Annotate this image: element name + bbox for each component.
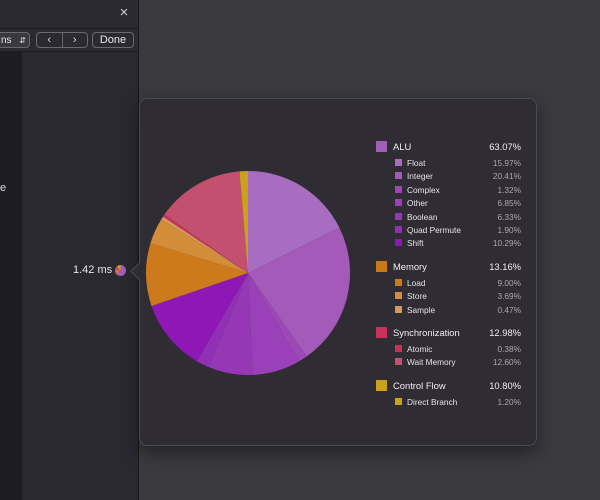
legend-group-name: Control Flow: [393, 379, 446, 391]
legend-swatch: [395, 305, 402, 313]
truncated-text: e: [0, 182, 7, 194]
legend-swatch: [395, 397, 402, 405]
legend-group-name: Memory: [393, 260, 427, 272]
legend-item-percent: 10.29%: [492, 238, 521, 249]
legend-item-percent: 6.85%: [497, 198, 521, 209]
legend-item: Complex 1.32%: [376, 184, 521, 197]
legend-swatch: [395, 159, 402, 166]
inspector-panel: × ns ⇵ ‹ › Done e: [0, 0, 139, 500]
legend-item-name: Other: [407, 198, 428, 209]
legend-swatch: [376, 326, 387, 338]
panel-content: e: [0, 52, 22, 500]
legend-item-name: Shift: [407, 238, 424, 249]
unit-select[interactable]: ns ⇵: [0, 32, 30, 48]
legend-item: Integer 20.41%: [376, 170, 521, 183]
legend-group: Control Flow 10.80%: [376, 378, 521, 396]
legend-item-name: Store: [407, 291, 427, 302]
legend-item-percent: 1.90%: [497, 224, 521, 235]
legend-item-percent: 15.97%: [492, 158, 521, 168]
legend-swatch: [376, 141, 387, 152]
unit-select-value: ns: [1, 35, 12, 46]
legend-item: Float 15.97%: [376, 157, 521, 170]
duration-label: 1.42 ms: [73, 264, 113, 276]
legend-group: ALU 63.07%: [376, 139, 521, 157]
legend-swatch: [376, 379, 387, 391]
legend-item-percent: 0.38%: [497, 343, 521, 354]
legend-swatch: [395, 212, 402, 220]
mini-pie-icon[interactable]: [115, 265, 126, 276]
legend-item-percent: 20.41%: [492, 171, 521, 182]
legend-group-percent: 12.98%: [489, 326, 521, 338]
legend-swatch: [395, 344, 402, 352]
legend-group-name: Synchronization: [393, 326, 460, 338]
legend-group-percent: 13.16%: [489, 260, 521, 272]
legend-item-name: Boolean: [407, 211, 438, 222]
legend-swatch: [395, 292, 402, 300]
legend-item: Atomic 0.38%: [376, 343, 521, 356]
legend-group: Synchronization 12.98%: [376, 325, 521, 343]
legend-item: Shift 10.29%: [376, 237, 521, 250]
legend-swatch: [395, 185, 402, 193]
legend-swatch: [376, 260, 387, 272]
legend-swatch: [395, 225, 402, 233]
legend-item: Load 9.00%: [376, 277, 521, 290]
legend-item-name: Complex: [407, 184, 440, 195]
legend-item: Wait Memory 12.60%: [376, 356, 521, 369]
legend-item-name: Integer: [407, 171, 433, 182]
legend-swatch: [395, 239, 402, 247]
legend-item-percent: 1.20%: [497, 396, 521, 407]
legend-swatch: [395, 278, 402, 286]
legend-item-percent: 9.00%: [497, 277, 521, 288]
legend-swatch: [395, 199, 402, 207]
legend-item-name: Wait Memory: [407, 357, 456, 368]
chevron-up-down-icon: ⇵: [19, 36, 26, 45]
legend-item: Other 6.85%: [376, 197, 521, 210]
legend-group-name: ALU: [393, 141, 412, 152]
navigation-buttons: ‹ ›: [36, 32, 88, 48]
legend-item-percent: 3.69%: [497, 291, 521, 302]
panel-title-bar: ×: [0, 0, 138, 29]
pie-chart: [146, 171, 350, 375]
legend-item-percent: 0.47%: [497, 304, 521, 315]
legend-item-percent: 12.60%: [492, 357, 521, 368]
done-button[interactable]: Done: [92, 32, 134, 48]
legend: ALU 63.07% Float 15.97% Integer 20.41% Complex…: [376, 137, 521, 409]
legend-item-percent: 1.32%: [497, 184, 521, 195]
legend-item-name: Quad Permute: [407, 224, 461, 235]
legend-item-name: Sample: [407, 304, 436, 315]
legend-group: Memory 13.16%: [376, 259, 521, 277]
panel-toolbar: ns ⇵ ‹ › Done: [0, 29, 138, 52]
back-button[interactable]: ‹: [37, 33, 62, 47]
legend-item-name: Load: [407, 277, 426, 288]
legend-item: Boolean 6.33%: [376, 211, 521, 224]
legend-item-name: Direct Branch: [407, 396, 458, 407]
legend-item: Direct Branch 1.20%: [376, 396, 521, 409]
legend-item-name: Float: [407, 158, 426, 168]
app-background: × ns ⇵ ‹ › Done e 1.42 ms ALU 63.07% Float…: [0, 0, 600, 500]
legend-item-name: Atomic: [407, 343, 433, 354]
legend-swatch: [395, 358, 402, 366]
legend-item: Store 3.69%: [376, 290, 521, 303]
close-icon[interactable]: ×: [116, 5, 132, 21]
legend-swatch: [395, 172, 402, 180]
legend-item: Sample 0.47%: [376, 304, 521, 317]
legend-item-percent: 6.33%: [497, 211, 521, 222]
forward-button[interactable]: ›: [61, 33, 88, 47]
legend-group-percent: 63.07%: [489, 141, 521, 152]
legend-item: Quad Permute 1.90%: [376, 224, 521, 237]
legend-group-percent: 10.80%: [489, 379, 521, 391]
